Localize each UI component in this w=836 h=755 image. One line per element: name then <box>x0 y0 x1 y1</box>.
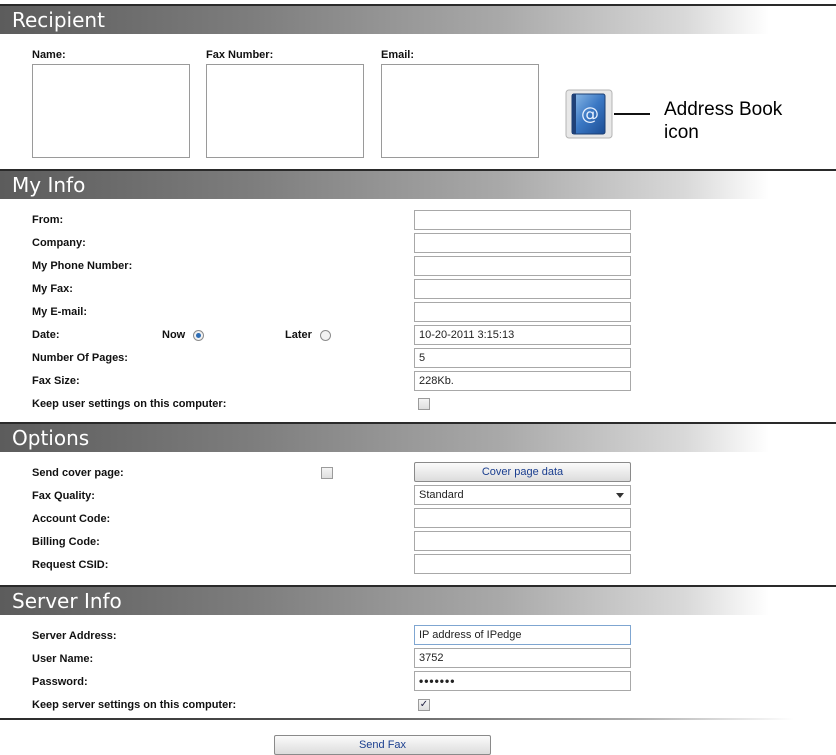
pages-label: Number Of Pages: <box>32 352 128 364</box>
keep-user-checkbox[interactable] <box>418 398 430 410</box>
user-name-label: User Name: <box>32 653 94 665</box>
dropdown-arrow-icon <box>616 493 624 498</box>
options-header: Options <box>0 422 836 452</box>
account-code-label: Account Code: <box>32 513 111 525</box>
server-address-field[interactable]: IP address of IPedge <box>414 625 631 645</box>
fax-quality-select[interactable]: Standard <box>414 485 631 505</box>
keep-server-checkbox[interactable]: ✓ <box>418 699 430 711</box>
date-label: Date: <box>32 329 60 341</box>
recipient-email-list[interactable] <box>381 64 539 158</box>
fax-size-label: Fax Size: <box>32 375 80 387</box>
my-info-title: My Info <box>12 173 86 197</box>
keep-user-label: Keep user settings on this computer: <box>32 398 227 410</box>
address-book-icon[interactable]: @ <box>565 89 613 139</box>
later-radio[interactable] <box>320 330 331 341</box>
account-code-field[interactable] <box>414 508 631 528</box>
request-csid-field[interactable] <box>414 554 631 574</box>
request-csid-label: Request CSID: <box>32 559 109 571</box>
name-label: Name: <box>32 49 66 61</box>
recipient-title: Recipient <box>12 8 105 32</box>
recipient-header: Recipient <box>0 4 836 34</box>
callout-line2: icon <box>664 122 699 143</box>
keep-server-label: Keep server settings on this computer: <box>32 699 237 711</box>
from-label: From: <box>32 214 64 226</box>
callout-line1: Address Book <box>664 99 783 120</box>
footer-divider <box>0 718 836 720</box>
fax-size-field[interactable]: 228Kb. <box>414 371 631 391</box>
company-field[interactable] <box>414 233 631 253</box>
date-field[interactable]: 10-20-2011 3:15:13 <box>414 325 631 345</box>
cover-page-data-button[interactable]: Cover page data <box>414 462 631 482</box>
send-cover-checkbox[interactable] <box>321 467 333 479</box>
user-name-field[interactable]: 3752 <box>414 648 631 668</box>
fax-quality-value: Standard <box>419 489 464 501</box>
from-field[interactable] <box>414 210 631 230</box>
billing-code-field[interactable] <box>414 531 631 551</box>
company-label: Company: <box>32 237 86 249</box>
fax-quality-label: Fax Quality: <box>32 490 95 502</box>
options-title: Options <box>12 426 90 450</box>
address-book-callout: Address Book icon <box>664 98 782 144</box>
recipient-fax-list[interactable] <box>206 64 364 158</box>
fax-number-label: Fax Number: <box>206 49 274 61</box>
my-email-field[interactable] <box>414 302 631 322</box>
my-info-header: My Info <box>0 169 836 199</box>
later-label: Later <box>285 329 312 341</box>
now-radio[interactable] <box>193 330 204 341</box>
pages-field[interactable]: 5 <box>414 348 631 368</box>
my-phone-label: My Phone Number: <box>32 260 133 272</box>
now-label: Now <box>162 329 186 341</box>
password-field[interactable]: ••••••• <box>414 671 631 691</box>
server-info-title: Server Info <box>12 589 122 613</box>
my-fax-field[interactable] <box>414 279 631 299</box>
svg-text:@: @ <box>581 104 599 125</box>
email-label: Email: <box>381 49 415 61</box>
recipient-name-list[interactable] <box>32 64 190 158</box>
password-label: Password: <box>32 676 88 688</box>
billing-code-label: Billing Code: <box>32 536 100 548</box>
my-fax-label: My Fax: <box>32 283 73 295</box>
my-phone-field[interactable] <box>414 256 631 276</box>
send-fax-button[interactable]: Send Fax <box>274 735 491 755</box>
server-address-label: Server Address: <box>32 630 117 642</box>
callout-line <box>614 113 650 115</box>
server-info-header: Server Info <box>0 585 836 615</box>
send-cover-label: Send cover page: <box>32 467 124 479</box>
my-email-label: My E-mail: <box>32 306 88 318</box>
